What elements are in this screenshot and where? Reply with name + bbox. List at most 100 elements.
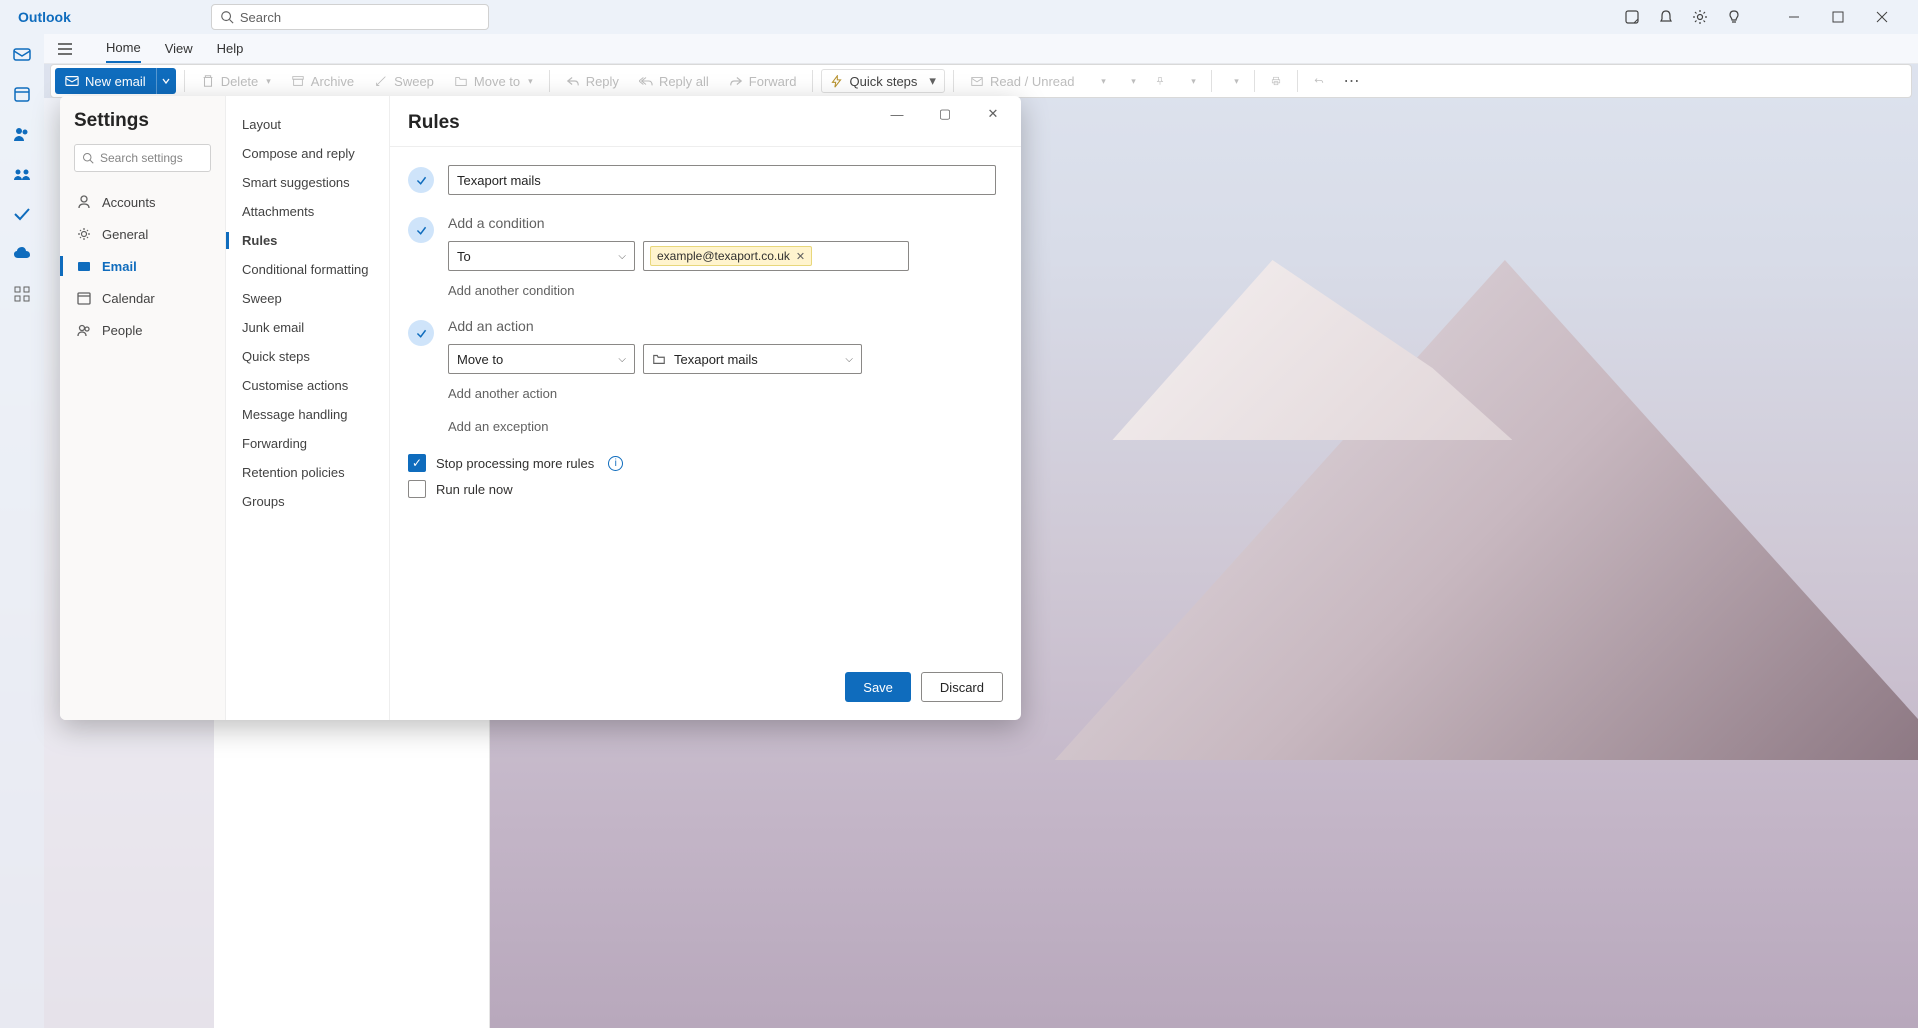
subnav-conditional[interactable]: Conditional formatting: [236, 255, 379, 284]
print-button[interactable]: [1263, 68, 1289, 94]
search-placeholder: Search: [240, 10, 281, 25]
nav-calendar[interactable]: Calendar: [74, 282, 211, 314]
hamburger-icon[interactable]: [56, 40, 74, 58]
note-icon[interactable]: [1624, 9, 1640, 25]
flag-button[interactable]: ▾: [1117, 68, 1143, 94]
reply-all-button[interactable]: Reply all: [631, 68, 717, 94]
search-icon: [220, 10, 234, 24]
check-icon: [415, 224, 428, 237]
ribbon: New email Delete▾ Archive Sweep Move to▾…: [50, 64, 1912, 98]
calendar-icon: [76, 290, 92, 306]
mail-icon: [76, 258, 92, 274]
condition-value-input[interactable]: example@texaport.co.uk ✕: [643, 241, 909, 271]
move-to-button[interactable]: Move to▾: [446, 68, 541, 94]
delete-button[interactable]: Delete▾: [193, 68, 279, 94]
pin-button[interactable]: [1147, 68, 1173, 94]
dialog-maximize[interactable]: ▢: [931, 106, 959, 122]
global-search-input[interactable]: Search: [211, 4, 489, 30]
subnav-forwarding[interactable]: Forwarding: [236, 429, 379, 458]
window-minimize[interactable]: [1772, 0, 1816, 34]
nav-general[interactable]: General: [74, 218, 211, 250]
subnav-junk[interactable]: Junk email: [236, 313, 379, 342]
step-bubble-name: [408, 167, 434, 193]
subnav-compose[interactable]: Compose and reply: [236, 139, 379, 168]
add-condition-link[interactable]: Add another condition: [448, 283, 1003, 298]
subnav-groups[interactable]: Groups: [236, 487, 379, 516]
print-icon: [1271, 74, 1281, 88]
subnav-customise[interactable]: Customise actions: [236, 371, 379, 400]
bulb-icon[interactable]: [1726, 9, 1742, 25]
run-now-label: Run rule now: [436, 482, 513, 497]
archive-icon: [291, 74, 305, 88]
nav-accounts[interactable]: Accounts: [74, 186, 211, 218]
sweep-button[interactable]: Sweep: [366, 68, 442, 94]
new-email-button[interactable]: New email: [55, 68, 176, 94]
add-action-link[interactable]: Add another action: [448, 386, 1003, 401]
settings-nav: Settings Search settings Accounts Genera…: [60, 96, 226, 720]
subnav-layout[interactable]: Layout: [236, 110, 379, 139]
add-exception-link[interactable]: Add an exception: [448, 419, 1003, 434]
settings-search-input[interactable]: Search settings: [74, 144, 211, 172]
people-rail-icon[interactable]: [12, 124, 32, 144]
todo-rail-icon[interactable]: [12, 204, 32, 224]
info-icon[interactable]: i: [608, 456, 623, 471]
reply-button[interactable]: Reply: [558, 68, 627, 94]
subnav-smart[interactable]: Smart suggestions: [236, 168, 379, 197]
subnav-message-handling[interactable]: Message handling: [236, 400, 379, 429]
apps-rail-icon[interactable]: [12, 284, 32, 304]
undo-icon: [1314, 74, 1324, 88]
subnav-attachments[interactable]: Attachments: [236, 197, 379, 226]
step-bubble-condition: [408, 217, 434, 243]
stop-processing-checkbox[interactable]: [408, 454, 426, 472]
nav-email[interactable]: Email: [74, 250, 211, 282]
new-email-label: New email: [85, 74, 146, 89]
chip-remove[interactable]: ✕: [796, 250, 805, 263]
window-maximize[interactable]: [1816, 0, 1860, 34]
tab-home[interactable]: Home: [106, 34, 141, 63]
more-button[interactable]: ⋯: [1336, 71, 1370, 91]
tabbar: Home View Help: [44, 34, 1918, 64]
discard-button[interactable]: Discard: [921, 672, 1003, 702]
app-title: Outlook: [8, 9, 71, 25]
gear-icon[interactable]: [1692, 9, 1708, 25]
quick-steps-button[interactable]: Quick steps▾: [821, 69, 944, 93]
tab-view[interactable]: View: [165, 35, 193, 62]
forward-button[interactable]: Forward: [721, 68, 805, 94]
window-button[interactable]: ▾: [1220, 68, 1246, 94]
tab-help[interactable]: Help: [217, 35, 244, 62]
tag-button[interactable]: ▾: [1087, 68, 1113, 94]
condition-field-select[interactable]: To⌵: [448, 241, 635, 271]
settings-subnav: Layout Compose and reply Smart suggestio…: [226, 96, 390, 720]
check-icon: [415, 174, 428, 187]
undo-button[interactable]: [1306, 68, 1332, 94]
trash-icon: [201, 74, 215, 88]
subnav-sweep[interactable]: Sweep: [236, 284, 379, 313]
action-field-select[interactable]: Move to⌵: [448, 344, 635, 374]
new-email-split[interactable]: [156, 68, 176, 94]
step-bubble-action: [408, 320, 434, 346]
groups-rail-icon[interactable]: [12, 164, 32, 184]
subnav-rules[interactable]: Rules: [236, 226, 379, 255]
rule-name-input[interactable]: [448, 165, 996, 195]
action-label: Add an action: [448, 318, 1003, 334]
onedrive-rail-icon[interactable]: [12, 244, 32, 264]
window-close[interactable]: [1860, 0, 1904, 34]
mail-rail-icon[interactable]: [12, 44, 32, 64]
bell-icon[interactable]: [1658, 9, 1674, 25]
chevron-down-icon: [161, 76, 171, 86]
run-now-checkbox[interactable]: [408, 480, 426, 498]
calendar-rail-icon[interactable]: [12, 84, 32, 104]
condition-label: Add a condition: [448, 215, 1003, 231]
save-button[interactable]: Save: [845, 672, 911, 702]
action-folder-select[interactable]: Texaport mails ⌵: [643, 344, 862, 374]
nav-people[interactable]: People: [74, 314, 211, 346]
read-unread-button[interactable]: Read / Unread: [962, 68, 1083, 94]
dialog-minimize[interactable]: —: [883, 107, 911, 122]
subnav-quick-steps[interactable]: Quick steps: [236, 342, 379, 371]
subnav-retention[interactable]: Retention policies: [236, 458, 379, 487]
titlebar: Outlook Search: [0, 0, 1918, 34]
archive-button[interactable]: Archive: [283, 68, 362, 94]
snooze-button[interactable]: ▾: [1177, 68, 1203, 94]
settings-dialog: — ▢ ✕ Settings Search settings Accounts …: [60, 96, 1021, 720]
dialog-close[interactable]: ✕: [979, 106, 1007, 122]
